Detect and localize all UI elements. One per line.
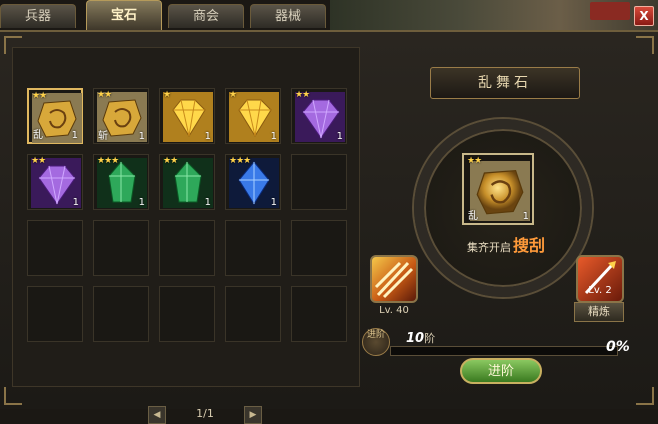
star-rating: ★★ — [163, 156, 178, 166]
background-scenery — [330, 0, 658, 30]
frame-corner — [636, 387, 654, 405]
advance-button[interactable]: 进阶 — [460, 358, 542, 384]
gem-quantity: 1 — [522, 211, 529, 222]
detail-panel: 乱舞石 ★★ 乱 1 集齐开启 搜刮 Lv. 40 Lv. 2 精炼 进阶 10阶… — [362, 47, 650, 385]
gem-char: 乱 — [468, 211, 478, 222]
stage-icon: 进阶 — [362, 328, 390, 356]
skill-level-left: Lv. 40 — [379, 305, 409, 316]
inventory-slot[interactable]: ★ 1 — [225, 88, 281, 144]
flame-slash-icon[interactable] — [370, 255, 418, 303]
gem-quantity: 1 — [204, 131, 211, 142]
skill-level-right: Lv. 2 — [588, 285, 612, 296]
tab-weapons[interactable]: 兵器 — [0, 4, 76, 28]
star-rating: ★★★ — [229, 156, 251, 166]
inventory-slot[interactable]: ★★ 乱 1 — [27, 88, 83, 144]
star-rating: ★★ — [467, 156, 482, 166]
gem-quantity: 1 — [71, 130, 78, 141]
inventory-slot[interactable]: ★★ 1 — [27, 154, 83, 210]
empty-slot[interactable] — [225, 286, 281, 342]
refine-button[interactable]: 精炼 — [574, 302, 624, 322]
inventory-slot[interactable]: ★★★ 1 — [225, 154, 281, 210]
inventory-slot[interactable]: ★★★ 1 — [93, 154, 149, 210]
inventory-panel: ★★ 乱 1 ★★ 斩 1 ★ 1 ★ 1 ★★ 1 ★★ 1 ★★★ 1 ★★ 1 ★★★ 1 ◀ 1/1 ▶ — [12, 47, 360, 424]
empty-slot[interactable] — [159, 220, 215, 276]
empty-slot[interactable] — [291, 154, 347, 210]
collect-skill: 搜刮 — [512, 236, 545, 255]
empty-slot[interactable] — [93, 220, 149, 276]
empty-slot[interactable] — [27, 286, 83, 342]
star-rating: ★★ — [295, 90, 310, 100]
star-rating: ★★ — [32, 91, 47, 101]
gem-quantity: 1 — [270, 197, 277, 208]
tab-machinery[interactable]: 器械 — [250, 4, 326, 28]
empty-slot[interactable] — [159, 286, 215, 342]
stage-level: 10阶 — [406, 330, 435, 346]
gem-char: 乱 — [33, 130, 43, 141]
star-rating: ★★ — [31, 156, 46, 166]
tab-gems[interactable]: 宝石 — [86, 0, 162, 30]
empty-slot[interactable] — [291, 286, 347, 342]
collect-label: 集齐开启 搜刮 — [446, 232, 566, 256]
gem-quantity: 1 — [204, 197, 211, 208]
empty-slot[interactable] — [27, 220, 83, 276]
star-rating: ★★ — [97, 90, 112, 100]
gem-char: 斩 — [98, 131, 108, 142]
inventory-slot[interactable]: ★★ 1 — [159, 154, 215, 210]
inventory-slot[interactable]: ★★ 斩 1 — [93, 88, 149, 144]
gem-quantity: 1 — [270, 131, 277, 142]
tab-bar: 兵器 宝石 商会 器械 — [0, 0, 330, 30]
gem-quantity: 1 — [138, 197, 145, 208]
empty-slot[interactable] — [225, 220, 281, 276]
collect-text: 集齐开启 — [466, 241, 511, 254]
stage-unit: 阶 — [424, 332, 436, 345]
gold-rune-icon — [470, 161, 530, 221]
progress-bar — [390, 346, 618, 356]
gem-quantity: 1 — [138, 131, 145, 142]
stage-value: 10 — [406, 331, 425, 346]
gem-quantity: 1 — [72, 197, 79, 208]
star-rating: ★★★ — [97, 156, 119, 166]
close-button[interactable]: X — [634, 6, 654, 26]
inventory-slot[interactable]: ★★ 1 — [291, 88, 347, 144]
selected-gem-slot[interactable]: ★★ 乱 1 — [462, 153, 534, 225]
empty-slot[interactable] — [93, 286, 149, 342]
inventory-slot[interactable]: ★ 1 — [159, 88, 215, 144]
star-rating: ★ — [229, 90, 237, 100]
star-rating: ★ — [163, 90, 171, 100]
gem-title: 乱舞石 — [430, 67, 580, 99]
empty-slot[interactable] — [291, 220, 347, 276]
progress-percent: 0% — [606, 339, 630, 355]
tab-guild[interactable]: 商会 — [168, 4, 244, 28]
gem-quantity: 1 — [336, 131, 343, 142]
frame-corner — [4, 387, 22, 405]
